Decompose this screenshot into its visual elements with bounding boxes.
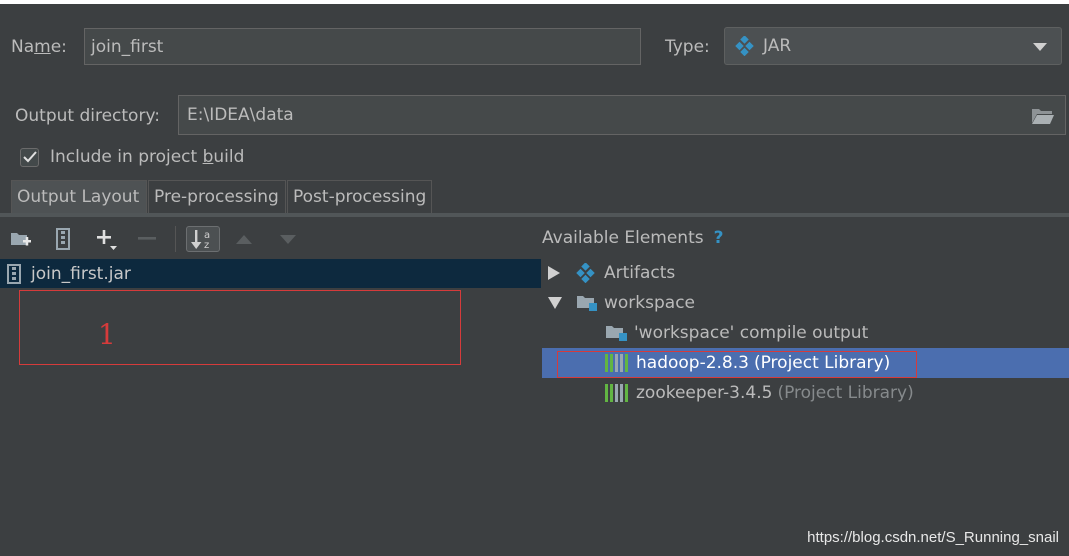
tab-post-processing-label: Post-processing <box>293 187 427 207</box>
include-in-build-option[interactable]: Include in project build <box>20 147 244 167</box>
tree-item-artifacts-label: Artifacts <box>604 263 676 283</box>
include-in-build-checkbox[interactable] <box>20 147 39 167</box>
module-folder-icon <box>606 326 627 341</box>
watermark: https://blog.csdn.net/S_Running_snail <box>807 529 1059 546</box>
move-down-button[interactable] <box>276 226 300 252</box>
annotation-number: 1 <box>98 318 116 351</box>
name-label: Name: <box>11 37 67 57</box>
tree-item-jar-label: join_first.jar <box>31 263 131 284</box>
tree-item-zookeeper-label: zookeeper-3.4.5 <box>636 383 773 403</box>
expand-arrow-icon[interactable] <box>548 266 560 280</box>
tree-item-zookeeper[interactable]: zookeeper-3.4.5 (Project Library) <box>605 378 914 408</box>
move-up-button[interactable] <box>232 226 256 252</box>
include-in-build-label: Include in project build <box>50 147 245 167</box>
annotation-box <box>19 290 461 365</box>
type-label: Type: <box>665 37 710 57</box>
arrow-down-icon <box>280 234 296 244</box>
help-icon[interactable]: ? <box>714 228 724 248</box>
name-input[interactable]: join_first <box>84 28 641 65</box>
svg-text:z: z <box>204 240 209 250</box>
name-input-value: join_first <box>91 36 164 57</box>
module-folder-icon <box>577 296 597 311</box>
window-top-edge <box>0 0 1069 4</box>
minus-icon <box>138 237 156 240</box>
tab-output-layout-label: Output Layout <box>17 187 140 207</box>
browse-folder-icon[interactable] <box>1031 107 1055 125</box>
plus-dropdown-icon <box>97 230 117 250</box>
tree-item-compile-output-label: 'workspace' compile output <box>634 323 869 343</box>
tab-pre-processing-label: Pre-processing <box>154 187 279 207</box>
tree-item-zookeeper-suffix: (Project Library) <box>777 383 914 403</box>
create-archive-button[interactable] <box>50 226 76 252</box>
tab-pre-processing[interactable]: Pre-processing <box>148 180 286 213</box>
available-elements-header: Available Elements ? <box>542 228 723 248</box>
archive-icon <box>7 263 21 284</box>
tree-item-compile-output[interactable]: 'workspace' compile output <box>605 318 868 348</box>
toolbar-separator <box>175 226 176 252</box>
sort-button[interactable]: a z <box>186 226 220 252</box>
tab-post-processing[interactable]: Post-processing <box>287 180 432 213</box>
artifact-icon <box>735 36 754 56</box>
type-select[interactable]: JAR <box>724 27 1062 65</box>
arrow-up-icon <box>236 234 252 244</box>
tab-output-layout[interactable]: Output Layout <box>11 180 147 213</box>
tree-item-workspace[interactable]: workspace <box>548 288 695 318</box>
checkmark-icon <box>22 151 37 163</box>
output-directory-label: Output directory: <box>15 106 160 126</box>
output-directory-value: E:\IDEA\data <box>187 105 294 125</box>
output-directory-input[interactable]: E:\IDEA\data <box>178 95 1066 135</box>
library-icon <box>605 384 628 402</box>
archive-icon <box>56 228 70 250</box>
remove-button[interactable] <box>135 226 159 252</box>
create-directory-button[interactable] <box>8 226 34 252</box>
tabs-divider <box>0 213 1069 217</box>
annotation-highlight-box <box>557 351 917 378</box>
type-select-value: JAR <box>763 36 792 56</box>
collapse-arrow-icon[interactable] <box>548 297 562 309</box>
chevron-down-icon <box>1033 43 1047 51</box>
tree-item-jar[interactable]: join_first.jar <box>0 259 541 288</box>
tree-item-artifacts[interactable]: Artifacts <box>548 258 675 288</box>
artifact-icon <box>576 263 595 283</box>
tree-item-workspace-label: workspace <box>604 293 696 313</box>
add-copy-button[interactable] <box>92 226 120 252</box>
available-elements-title: Available Elements <box>542 228 704 248</box>
sort-alphabetically-icon: a z <box>191 230 210 250</box>
new-folder-icon <box>11 233 31 246</box>
